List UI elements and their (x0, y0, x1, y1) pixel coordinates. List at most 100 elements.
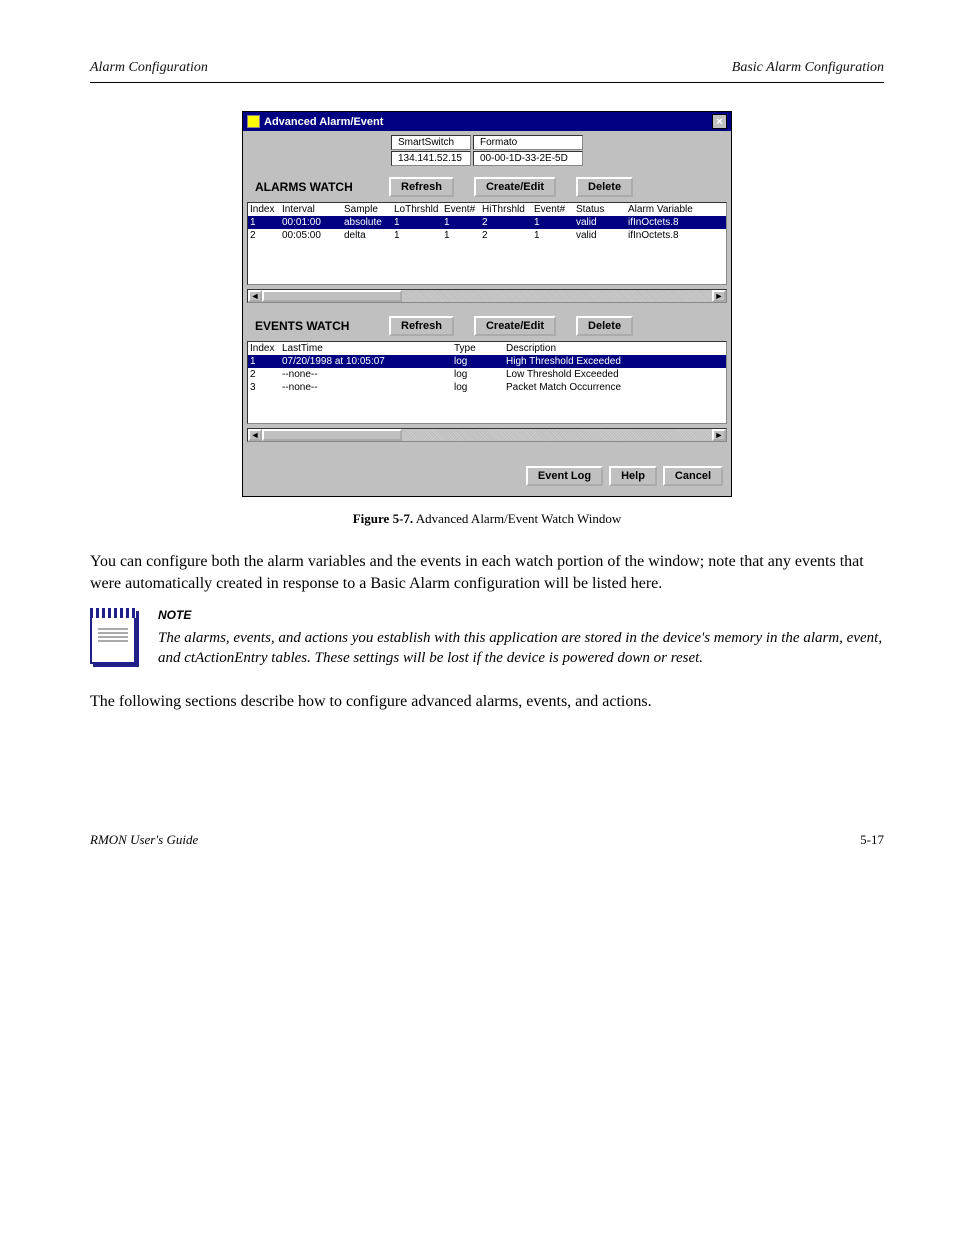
events-hscroll[interactable]: ◄ ► (247, 428, 727, 442)
cell: ifInOctets.8 (628, 230, 708, 241)
cell: High Threshold Exceeded (506, 356, 724, 367)
page-number: 5-17 (860, 832, 884, 848)
note-text: The alarms, events, and actions you esta… (158, 628, 884, 669)
paragraph-1: You can configure both the alarm variabl… (90, 551, 884, 594)
figure-label: Figure 5-7. (353, 511, 413, 526)
col: HiThrshld (482, 204, 532, 215)
cell: 2 (482, 230, 532, 241)
cell: 1 (534, 217, 574, 228)
device-name: SmartSwitch (391, 135, 471, 150)
col: Sample (344, 204, 392, 215)
alarms-create-edit-button[interactable]: Create/Edit (474, 177, 556, 197)
cell: valid (576, 230, 626, 241)
cell: Low Threshold Exceeded (506, 369, 724, 380)
cell: 1 (250, 217, 280, 228)
col: Event# (534, 204, 574, 215)
alarms-hscroll[interactable]: ◄ ► (247, 289, 727, 303)
paragraph-2: The following sections describe how to c… (90, 691, 884, 713)
close-button[interactable]: × (712, 114, 727, 129)
events-create-edit-button[interactable]: Create/Edit (474, 316, 556, 336)
col: Status (576, 204, 626, 215)
figure-title: Advanced Alarm/Event Watch Window (416, 511, 622, 526)
event-log-button[interactable]: Event Log (526, 466, 603, 486)
col: Index (250, 204, 280, 215)
figure-caption: Figure 5-7. Advanced Alarm/Event Watch W… (90, 511, 884, 527)
cell: log (454, 356, 504, 367)
screenshot-figure: Advanced Alarm/Event × SmartSwitch 134.1… (90, 111, 884, 497)
col: Type (454, 343, 504, 354)
cell: --none-- (282, 369, 452, 380)
app-icon (247, 115, 260, 128)
footer-label: RMON User's Guide (90, 832, 198, 848)
scroll-track[interactable] (402, 290, 712, 302)
scroll-right-icon[interactable]: ► (712, 290, 726, 302)
window: Advanced Alarm/Event × SmartSwitch 134.1… (242, 111, 732, 497)
alarms-rows: 100:01:00absolute1121validifInOctets.820… (248, 216, 726, 284)
titlebar: Advanced Alarm/Event × (243, 112, 731, 131)
cell: Packet Match Occurrence (506, 382, 724, 393)
cell: 1 (394, 230, 442, 241)
table-row[interactable]: 3--none--logPacket Match Occurrence (248, 381, 726, 394)
cell: 2 (250, 369, 280, 380)
cell: 2 (250, 230, 280, 241)
cell: valid (576, 217, 626, 228)
page-footer: RMON User's Guide 5-17 (90, 832, 884, 848)
col: LoThrshld (394, 204, 442, 215)
notepad-icon (90, 608, 136, 664)
cell: 1 (444, 217, 480, 228)
cell: 3 (250, 382, 280, 393)
alarms-refresh-button[interactable]: Refresh (389, 177, 454, 197)
scroll-track[interactable] (402, 429, 712, 441)
header-left: Alarm Configuration (90, 60, 208, 76)
header-rule (90, 82, 884, 83)
table-row[interactable]: 107/20/1998 at 10:05:07logHigh Threshold… (248, 355, 726, 368)
events-refresh-button[interactable]: Refresh (389, 316, 454, 336)
sys-label: Formato (473, 135, 583, 150)
alarms-watch-toolbar: ALARMS WATCH Refresh Create/Edit Delete (243, 174, 731, 202)
cell: 1 (444, 230, 480, 241)
alarms-table-header: Index Interval Sample LoThrshld Event# H… (248, 203, 726, 216)
header-right: Basic Alarm Configuration (732, 60, 884, 76)
table-row[interactable]: 2--none--logLow Threshold Exceeded (248, 368, 726, 381)
cell: ifInOctets.8 (628, 217, 708, 228)
events-watch-title: EVENTS WATCH (249, 315, 369, 337)
cell: log (454, 369, 504, 380)
cell: 00:01:00 (282, 217, 342, 228)
events-watch-toolbar: EVENTS WATCH Refresh Create/Edit Delete (243, 313, 731, 341)
scroll-left-icon[interactable]: ◄ (248, 429, 262, 441)
cell: absolute (344, 217, 392, 228)
scroll-thumb[interactable] (262, 290, 402, 302)
alarms-table: Index Interval Sample LoThrshld Event# H… (247, 202, 727, 285)
cancel-button[interactable]: Cancel (663, 466, 723, 486)
col: Index (250, 343, 280, 354)
col: Description (506, 343, 724, 354)
cell: --none-- (282, 382, 452, 393)
col: Event# (444, 204, 480, 215)
cell: 1 (250, 356, 280, 367)
scroll-right-icon[interactable]: ► (712, 429, 726, 441)
table-row[interactable]: 100:01:00absolute1121validifInOctets.8 (248, 216, 726, 229)
cell: 00:05:00 (282, 230, 342, 241)
cell: delta (344, 230, 392, 241)
window-title: Advanced Alarm/Event (264, 116, 708, 128)
bottom-button-row: Event Log Help Cancel (243, 452, 731, 496)
device-ip: 134.141.52.15 (391, 151, 471, 166)
cell: 2 (482, 217, 532, 228)
col: Alarm Variable (628, 204, 708, 215)
alarms-watch-title: ALARMS WATCH (249, 176, 369, 198)
table-row[interactable]: 200:05:00delta1121validifInOctets.8 (248, 229, 726, 242)
events-rows: 107/20/1998 at 10:05:07logHigh Threshold… (248, 355, 726, 423)
events-table: Index LastTime Type Description 107/20/1… (247, 341, 727, 424)
col: LastTime (282, 343, 452, 354)
alarms-delete-button[interactable]: Delete (576, 177, 633, 197)
cell: 07/20/1998 at 10:05:07 (282, 356, 452, 367)
scroll-thumb[interactable] (262, 429, 402, 441)
scroll-left-icon[interactable]: ◄ (248, 290, 262, 302)
note-label: NOTE (158, 608, 884, 622)
help-button[interactable]: Help (609, 466, 657, 486)
events-table-header: Index LastTime Type Description (248, 342, 726, 355)
cell: 1 (394, 217, 442, 228)
events-delete-button[interactable]: Delete (576, 316, 633, 336)
col: Interval (282, 204, 342, 215)
cell: 1 (534, 230, 574, 241)
